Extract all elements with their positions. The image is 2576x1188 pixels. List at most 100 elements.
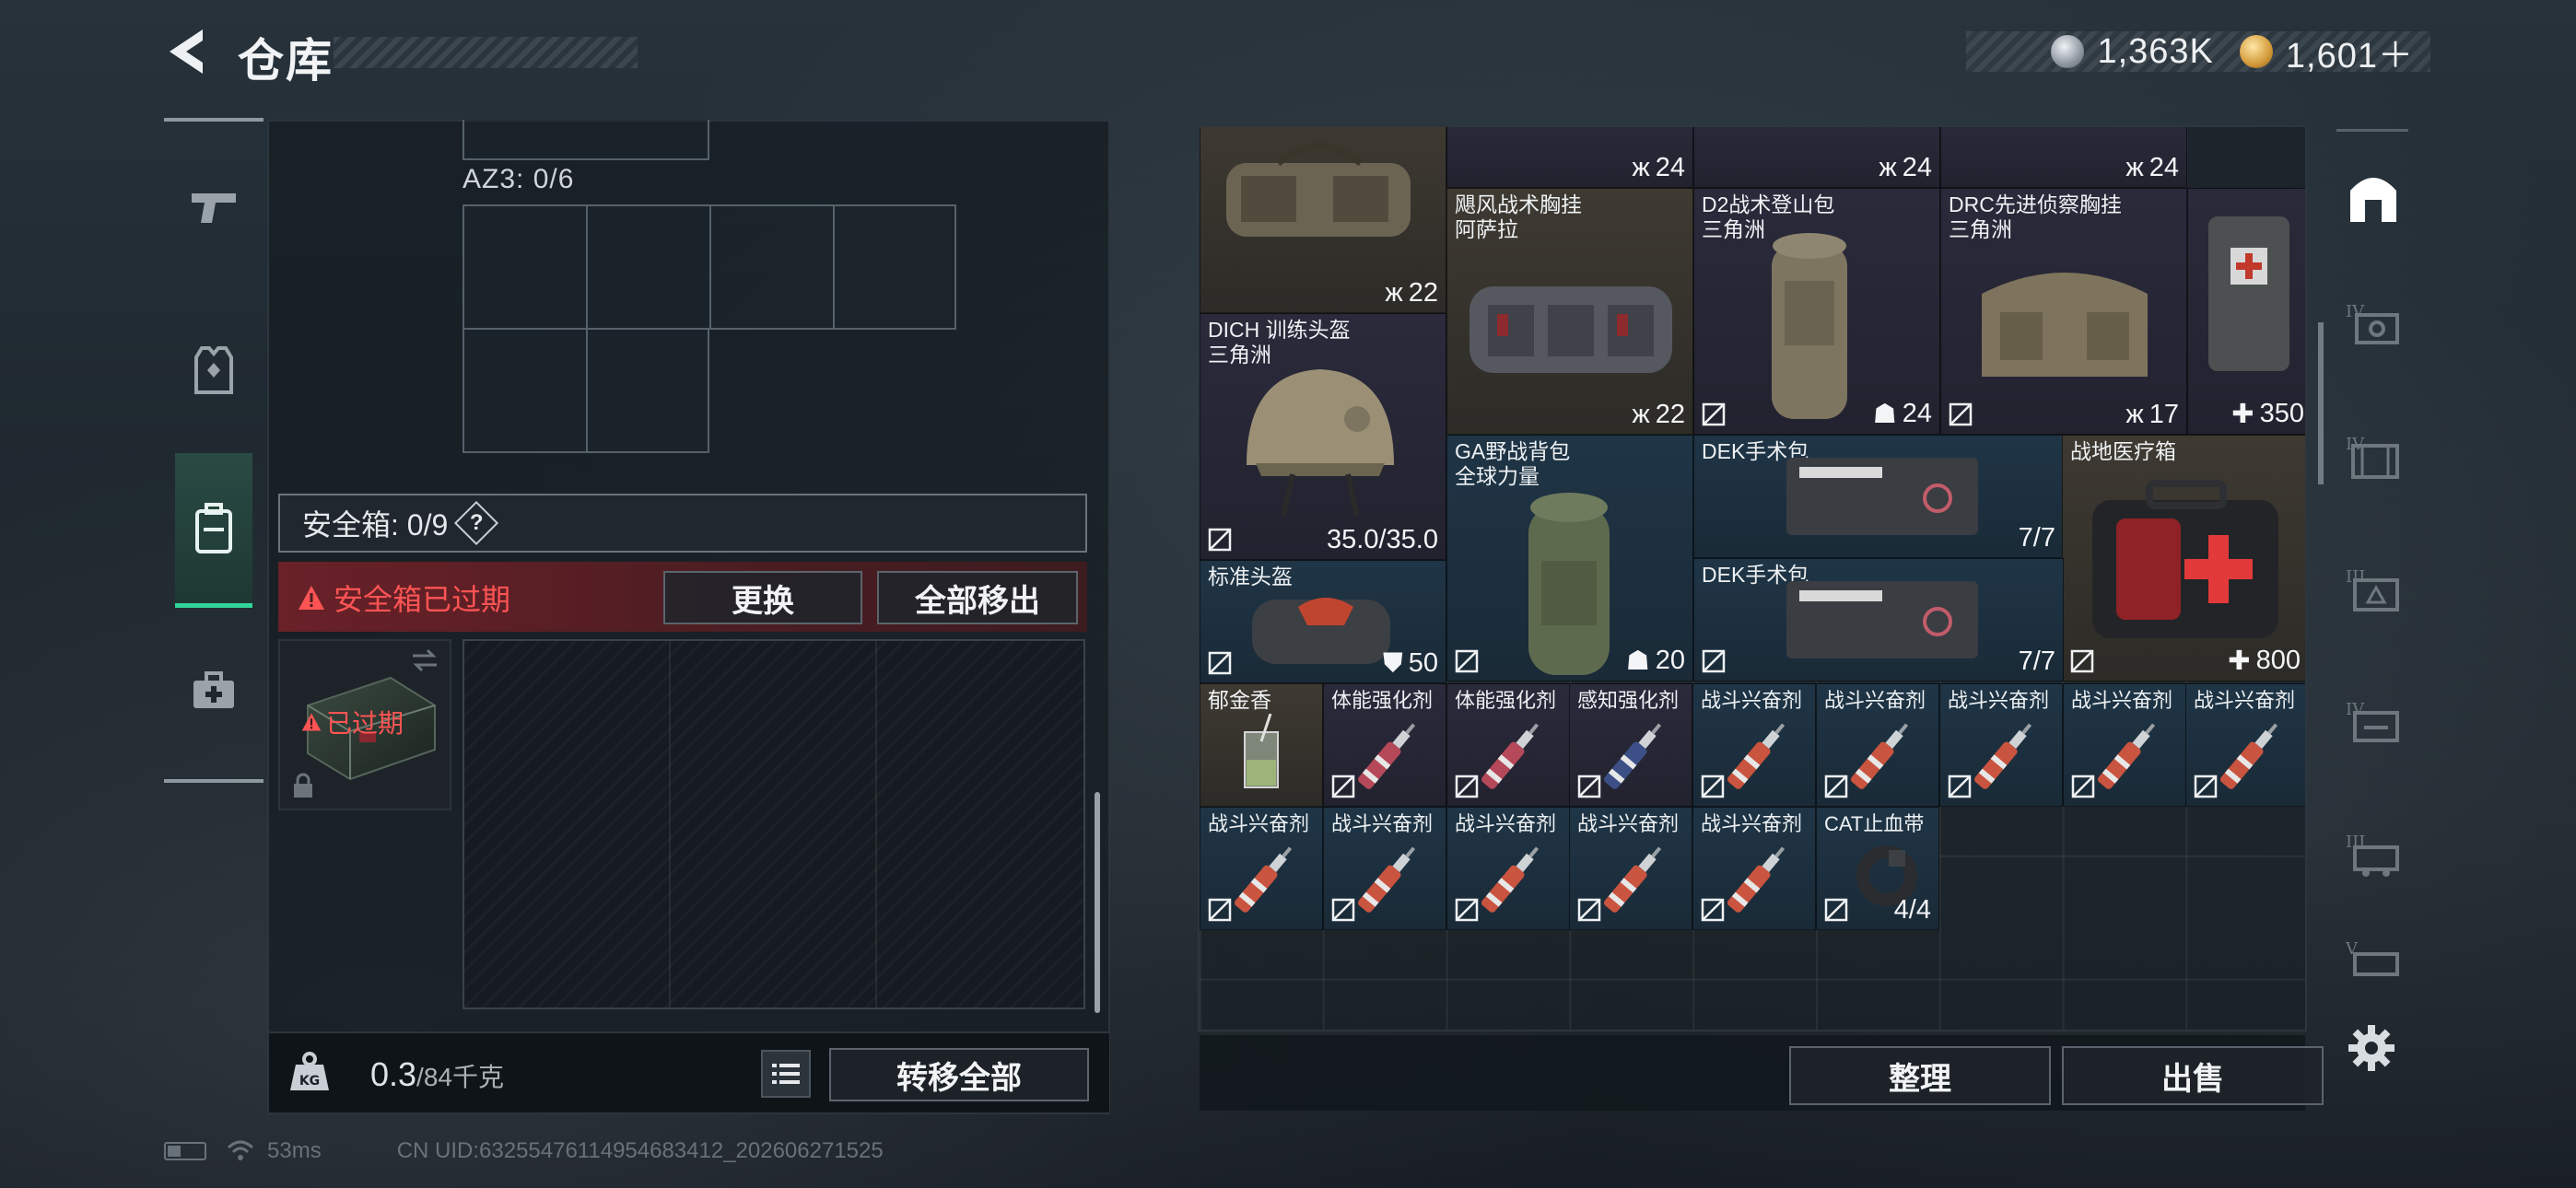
- not-sellable-icon: [1208, 651, 1232, 675]
- help-icon[interactable]: ?: [454, 500, 499, 546]
- stash-item[interactable]: DICH 训练头盔 三角洲 35.0/35.0: [1200, 313, 1446, 560]
- category-tier-iv[interactable]: IV: [2335, 665, 2412, 775]
- item-name: CAT止血带: [1824, 812, 1925, 835]
- stash-item[interactable]: D2战术登山包 三角洲 ☗ 24: [1693, 188, 1940, 435]
- chest-rig-image: [1469, 286, 1672, 373]
- az3-slot[interactable]: [833, 204, 956, 330]
- az3-slot[interactable]: [709, 204, 835, 330]
- stash-item[interactable]: 战斗兴奋剂: [1323, 807, 1446, 930]
- replace-button[interactable]: 更换: [663, 571, 862, 624]
- item-capacity: ж 22: [1632, 400, 1685, 429]
- safe-box-grid[interactable]: [463, 639, 1085, 1009]
- stash-item[interactable]: 战斗兴奋剂: [1569, 807, 1692, 930]
- stash-item[interactable]: 战斗兴奋剂: [1200, 807, 1323, 930]
- expired-badge-text: 已过期: [326, 709, 404, 738]
- weight-icon: KG: [286, 1048, 334, 1096]
- stash-item[interactable]: ✚ 350: [2187, 188, 2305, 435]
- sidebar-item-weapons[interactable]: [175, 162, 252, 254]
- pistol-icon: [192, 193, 236, 223]
- not-sellable-icon: [2071, 775, 2095, 798]
- backpack-icon: ☗: [1872, 400, 1897, 429]
- stash-item[interactable]: 战斗兴奋剂: [2063, 683, 2186, 807]
- armor-vest-icon: [194, 346, 233, 394]
- stash-item[interactable]: 战地医疗箱 ✚ 800: [2062, 435, 2305, 681]
- not-sellable-icon: [1824, 775, 1848, 798]
- stash-item[interactable]: 体能强化剂: [1323, 683, 1446, 807]
- stash-item[interactable]: ж 24: [1446, 127, 1693, 188]
- item-name: 战斗兴奋剂: [1577, 812, 1680, 835]
- stash-item[interactable]: DEK手术包 7/7: [1693, 558, 2064, 681]
- sidebar-item-medical[interactable]: [175, 645, 252, 737]
- item-name: 郁金香: [1208, 688, 1271, 712]
- stash-item[interactable]: ж 22: [1200, 127, 1446, 313]
- not-sellable-icon: [1577, 898, 1601, 922]
- list-icon: [772, 1064, 800, 1084]
- warning-icon: [299, 586, 324, 610]
- tier-iv-category-icon: IV: [2346, 435, 2399, 479]
- stash-item[interactable]: DEK手术包 7/7: [1693, 435, 2064, 558]
- loadout-scrollbar[interactable]: [1095, 792, 1100, 1013]
- back-button[interactable]: [162, 26, 210, 77]
- move-all-out-button[interactable]: 全部移出: [877, 571, 1078, 624]
- stash-item[interactable]: GA野战背包 全球力量 ☗ 20: [1446, 435, 1693, 681]
- stash-item[interactable]: 战斗兴奋剂: [1939, 683, 2063, 807]
- cocktail-image: [1244, 714, 1279, 788]
- item-name: 战斗兴奋剂: [1701, 689, 1803, 712]
- stash-item[interactable]: 战斗兴奋剂: [1446, 807, 1570, 930]
- stash-item[interactable]: 郁金香: [1200, 683, 1323, 807]
- warning-icon: [301, 713, 322, 731]
- transfer-all-button[interactable]: 转移全部: [829, 1048, 1089, 1101]
- sidebar-item-armor[interactable]: [175, 324, 252, 416]
- stash-item[interactable]: 战斗兴奋剂: [1692, 683, 1816, 807]
- sell-button[interactable]: 出售: [2062, 1046, 2324, 1105]
- stash-item[interactable]: DRC先进侦察胸挂 三角洲 ж 17: [1940, 188, 2187, 435]
- list-view-button[interactable]: [761, 1050, 811, 1098]
- shield-icon: ⛊: [1382, 648, 1403, 678]
- stash-item[interactable]: ж 24: [1693, 127, 1940, 188]
- currency-bar: 1,363K 1,601＋: [1966, 31, 2430, 76]
- lock-icon: [294, 773, 312, 798]
- expired-badge: 已过期: [300, 704, 404, 740]
- field-backpack-image: [1528, 493, 1610, 675]
- not-sellable-icon: [1208, 898, 1232, 922]
- category-tier-iv[interactable]: IV: [2335, 400, 2412, 510]
- category-tier-iv[interactable]: IV: [2335, 267, 2412, 378]
- vest-icon: ж: [1632, 153, 1650, 182]
- category-tier-v[interactable]: V: [2335, 915, 2412, 998]
- expired-warning-text: 安全箱已过期: [334, 583, 511, 616]
- az3-slot[interactable]: [586, 204, 711, 330]
- stash-item[interactable]: 飓风战术胸挂 阿萨拉 ж 22: [1446, 188, 1693, 435]
- az3-slot[interactable]: [586, 328, 709, 453]
- right-sidebar-divider: [2336, 129, 2408, 132]
- az3-slot[interactable]: [463, 328, 588, 453]
- backpack-icon: ☗: [1625, 646, 1650, 676]
- category-all[interactable]: [2335, 142, 2412, 252]
- item-uses: 7/7: [2018, 523, 2055, 553]
- stash-item[interactable]: 战斗兴奋剂: [2185, 683, 2305, 807]
- item-uses: 7/7: [2018, 646, 2055, 676]
- stash-item[interactable]: 战斗兴奋剂: [1692, 807, 1816, 930]
- stash-item[interactable]: ж 24: [1940, 127, 2187, 188]
- not-sellable-icon: [1331, 898, 1355, 922]
- stash-item[interactable]: 战斗兴奋剂: [1816, 683, 1939, 807]
- settings-button[interactable]: [2344, 1020, 2399, 1076]
- category-scrollbar[interactable]: [2318, 322, 2324, 484]
- silver-coin-icon: [2051, 35, 2085, 68]
- surgical-kit-image: [1786, 458, 1978, 535]
- mountain-backpack-image: [1772, 233, 1847, 419]
- sidebar-item-backpack[interactable]: [175, 453, 252, 608]
- sort-button[interactable]: 整理: [1789, 1046, 2051, 1105]
- az3-slot[interactable]: [463, 204, 588, 330]
- stash-item[interactable]: CAT止血带 4/4: [1816, 807, 1939, 930]
- stash-item[interactable]: 标准头盔 ⛊ 50: [1200, 560, 1446, 683]
- container-slot[interactable]: [463, 120, 709, 160]
- safe-box-slot[interactable]: 已过期: [278, 639, 451, 810]
- item-name: 战斗兴奋剂: [2194, 689, 2296, 712]
- back-arrow-icon: [170, 29, 203, 74]
- stash-item[interactable]: 体能强化剂: [1446, 683, 1570, 807]
- gold-currency-value[interactable]: 1,601＋: [2286, 27, 2414, 77]
- gold-coin-icon: [2239, 35, 2273, 68]
- category-tier-iii[interactable]: III: [2335, 532, 2412, 643]
- stash-item[interactable]: 感知强化剂: [1569, 683, 1692, 807]
- category-tier-iii[interactable]: III: [2335, 798, 2412, 908]
